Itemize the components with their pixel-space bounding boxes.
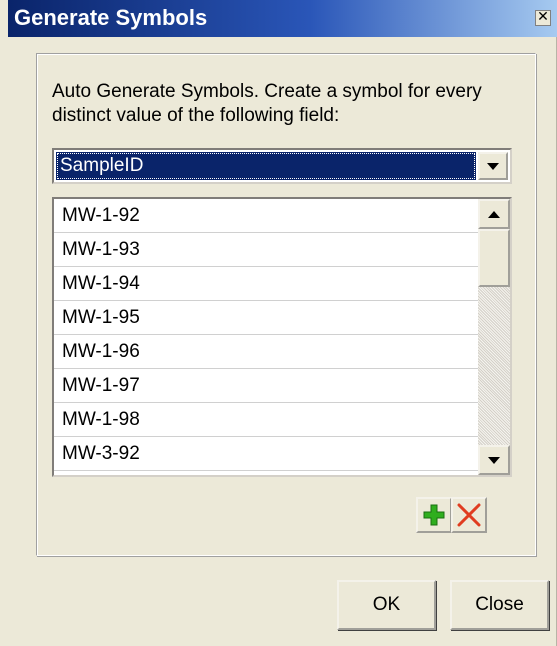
dialog-title: Generate Symbols <box>14 5 208 30</box>
values-list: MW-1-92 MW-1-93 MW-1-94 MW-1-95 MW-1-96 … <box>54 199 478 471</box>
list-item[interactable]: MW-1-94 <box>54 267 478 301</box>
list-item[interactable]: MW-1-98 <box>54 403 478 437</box>
list-item[interactable]: MW-1-92 <box>54 199 478 233</box>
close-icon: ✕ <box>537 9 549 25</box>
list-item[interactable]: MW-1-95 <box>54 301 478 335</box>
arrow-down-icon <box>488 456 500 464</box>
add-symbol-button[interactable] <box>416 497 452 533</box>
list-item[interactable]: MW-1-96 <box>54 335 478 369</box>
chevron-down-icon <box>487 162 499 170</box>
list-item[interactable]: MW-1-93 <box>54 233 478 267</box>
vertical-scrollbar[interactable] <box>478 199 510 475</box>
plus-icon <box>423 504 445 526</box>
title-bar[interactable]: Generate Symbols ✕ <box>8 0 557 37</box>
description-text: Auto Generate Symbols. Create a symbol f… <box>52 81 482 126</box>
remove-symbol-button[interactable] <box>451 497 487 533</box>
values-listbox[interactable]: MW-1-92 MW-1-93 MW-1-94 MW-1-95 MW-1-96 … <box>52 197 512 477</box>
field-select[interactable]: SampleID <box>52 148 512 184</box>
scroll-down-button[interactable] <box>478 445 510 475</box>
scroll-up-button[interactable] <box>478 199 510 229</box>
scroll-thumb[interactable] <box>478 229 510 287</box>
close-button[interactable]: Close <box>450 580 549 630</box>
generate-symbols-dialog: Generate Symbols ✕ Auto Generate Symbols… <box>0 0 557 646</box>
x-icon <box>457 503 481 527</box>
ok-button[interactable]: OK <box>337 580 436 630</box>
title-close-button[interactable]: ✕ <box>535 10 551 26</box>
arrow-up-icon <box>488 210 500 218</box>
list-item[interactable]: MW-1-97 <box>54 369 478 403</box>
field-select-dropdown-button[interactable] <box>478 152 508 180</box>
list-item[interactable]: MW-3-92 <box>54 437 478 471</box>
field-select-value[interactable]: SampleID <box>56 152 476 180</box>
